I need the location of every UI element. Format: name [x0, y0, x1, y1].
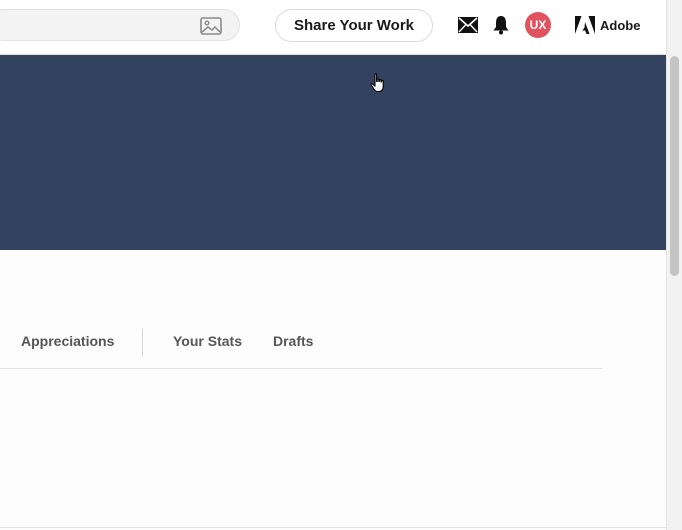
search-input[interactable]	[3, 10, 187, 42]
top-navigation-bar: Share Your Work UX Adobe	[0, 0, 666, 55]
content-divider	[0, 527, 666, 528]
profile-tabs: Appreciations Your Stats Drafts	[0, 325, 602, 369]
tab-divider	[142, 329, 143, 356]
scrollbar-thumb[interactable]	[670, 56, 679, 276]
adobe-logo-icon	[575, 16, 595, 34]
hand-pointer-cursor-icon	[370, 73, 384, 93]
user-avatar[interactable]: UX	[525, 12, 551, 38]
tab-drafts[interactable]: Drafts	[273, 333, 313, 349]
tab-your-stats[interactable]: Your Stats	[173, 333, 242, 349]
adobe-label: Adobe	[600, 17, 641, 33]
mail-icon[interactable]	[458, 17, 478, 33]
vertical-scrollbar[interactable]	[666, 0, 682, 530]
bell-icon[interactable]	[492, 15, 510, 35]
tab-appreciations[interactable]: Appreciations	[21, 333, 114, 349]
share-your-work-button[interactable]: Share Your Work	[275, 9, 433, 42]
image-search-icon[interactable]	[200, 17, 222, 35]
search-bar[interactable]	[0, 9, 240, 42]
profile-banner[interactable]	[0, 55, 666, 250]
adobe-link[interactable]: Adobe	[575, 15, 640, 35]
